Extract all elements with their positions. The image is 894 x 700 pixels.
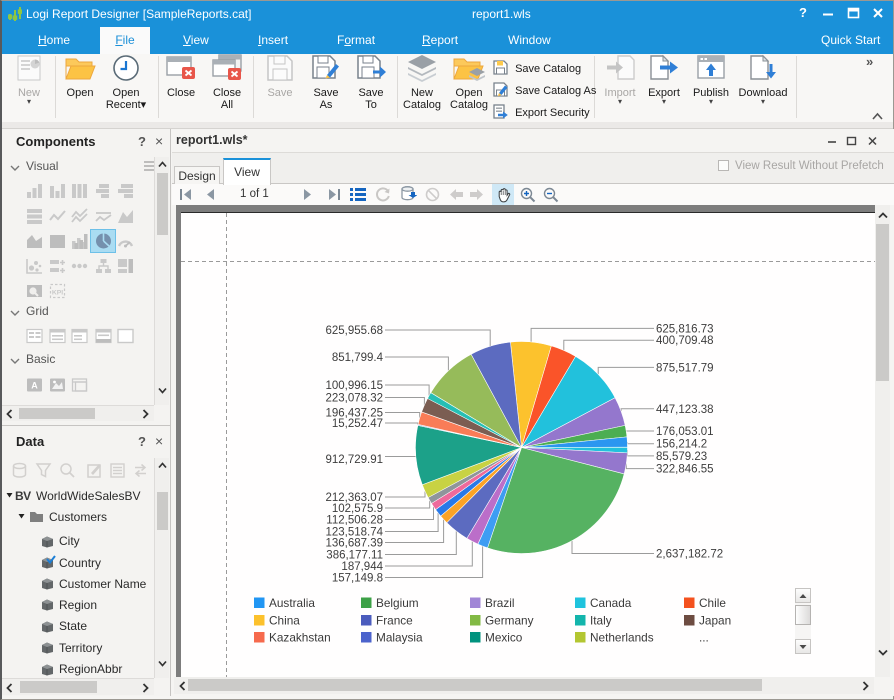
svg-text:322,846.55: 322,846.55 [656, 464, 714, 476]
svg-text:625,955.68: 625,955.68 [325, 325, 383, 337]
svg-text:Australia: Australia [269, 596, 315, 610]
svg-text:Netherlands: Netherlands [590, 631, 654, 645]
svg-text:912,729.91: 912,729.91 [325, 454, 383, 466]
svg-text:A: A [31, 381, 38, 391]
svg-text:223,078.32: 223,078.32 [325, 393, 383, 405]
svg-text:Italy: Italy [590, 614, 612, 628]
svg-text:Brazil: Brazil [485, 596, 515, 610]
svg-text:187,944: 187,944 [341, 561, 383, 573]
svg-text:2,637,182.72: 2,637,182.72 [656, 549, 723, 561]
svg-text:136,687.39: 136,687.39 [325, 538, 383, 550]
svg-text:Malaysia: Malaysia [376, 631, 423, 645]
svg-text:Germany: Germany [485, 614, 534, 628]
svg-text:Japan: Japan [699, 614, 731, 628]
svg-text:102,575.9: 102,575.9 [332, 503, 383, 515]
svg-text:447,123.38: 447,123.38 [656, 404, 714, 416]
svg-text:85,579.23: 85,579.23 [656, 451, 707, 463]
svg-text:Belgium: Belgium [376, 596, 419, 610]
svg-text:400,709.48: 400,709.48 [656, 335, 714, 347]
svg-text:China: China [269, 614, 300, 628]
svg-text:Kazakhstan: Kazakhstan [269, 631, 331, 645]
svg-text:Canada: Canada [590, 596, 632, 610]
svg-text:France: France [376, 614, 413, 628]
svg-text:386,177.11: 386,177.11 [326, 550, 383, 562]
svg-text:Mexico: Mexico [485, 631, 523, 645]
svg-text:156,214.2: 156,214.2 [656, 439, 707, 451]
svg-text:112,506.28: 112,506.28 [326, 515, 383, 527]
svg-text:176,053.01: 176,053.01 [656, 426, 714, 438]
svg-text:...: ... [699, 631, 709, 645]
svg-text:100,996.15: 100,996.15 [325, 380, 383, 392]
svg-text:851,799.4: 851,799.4 [332, 352, 384, 364]
svg-text:KPI: KPI [51, 289, 62, 296]
svg-text:157,149.8: 157,149.8 [332, 573, 383, 585]
svg-text:625,816.73: 625,816.73 [656, 323, 714, 335]
svg-text:Chile: Chile [699, 596, 726, 610]
svg-text:15,252.47: 15,252.47 [332, 418, 383, 430]
svg-text:875,517.79: 875,517.79 [656, 362, 714, 374]
